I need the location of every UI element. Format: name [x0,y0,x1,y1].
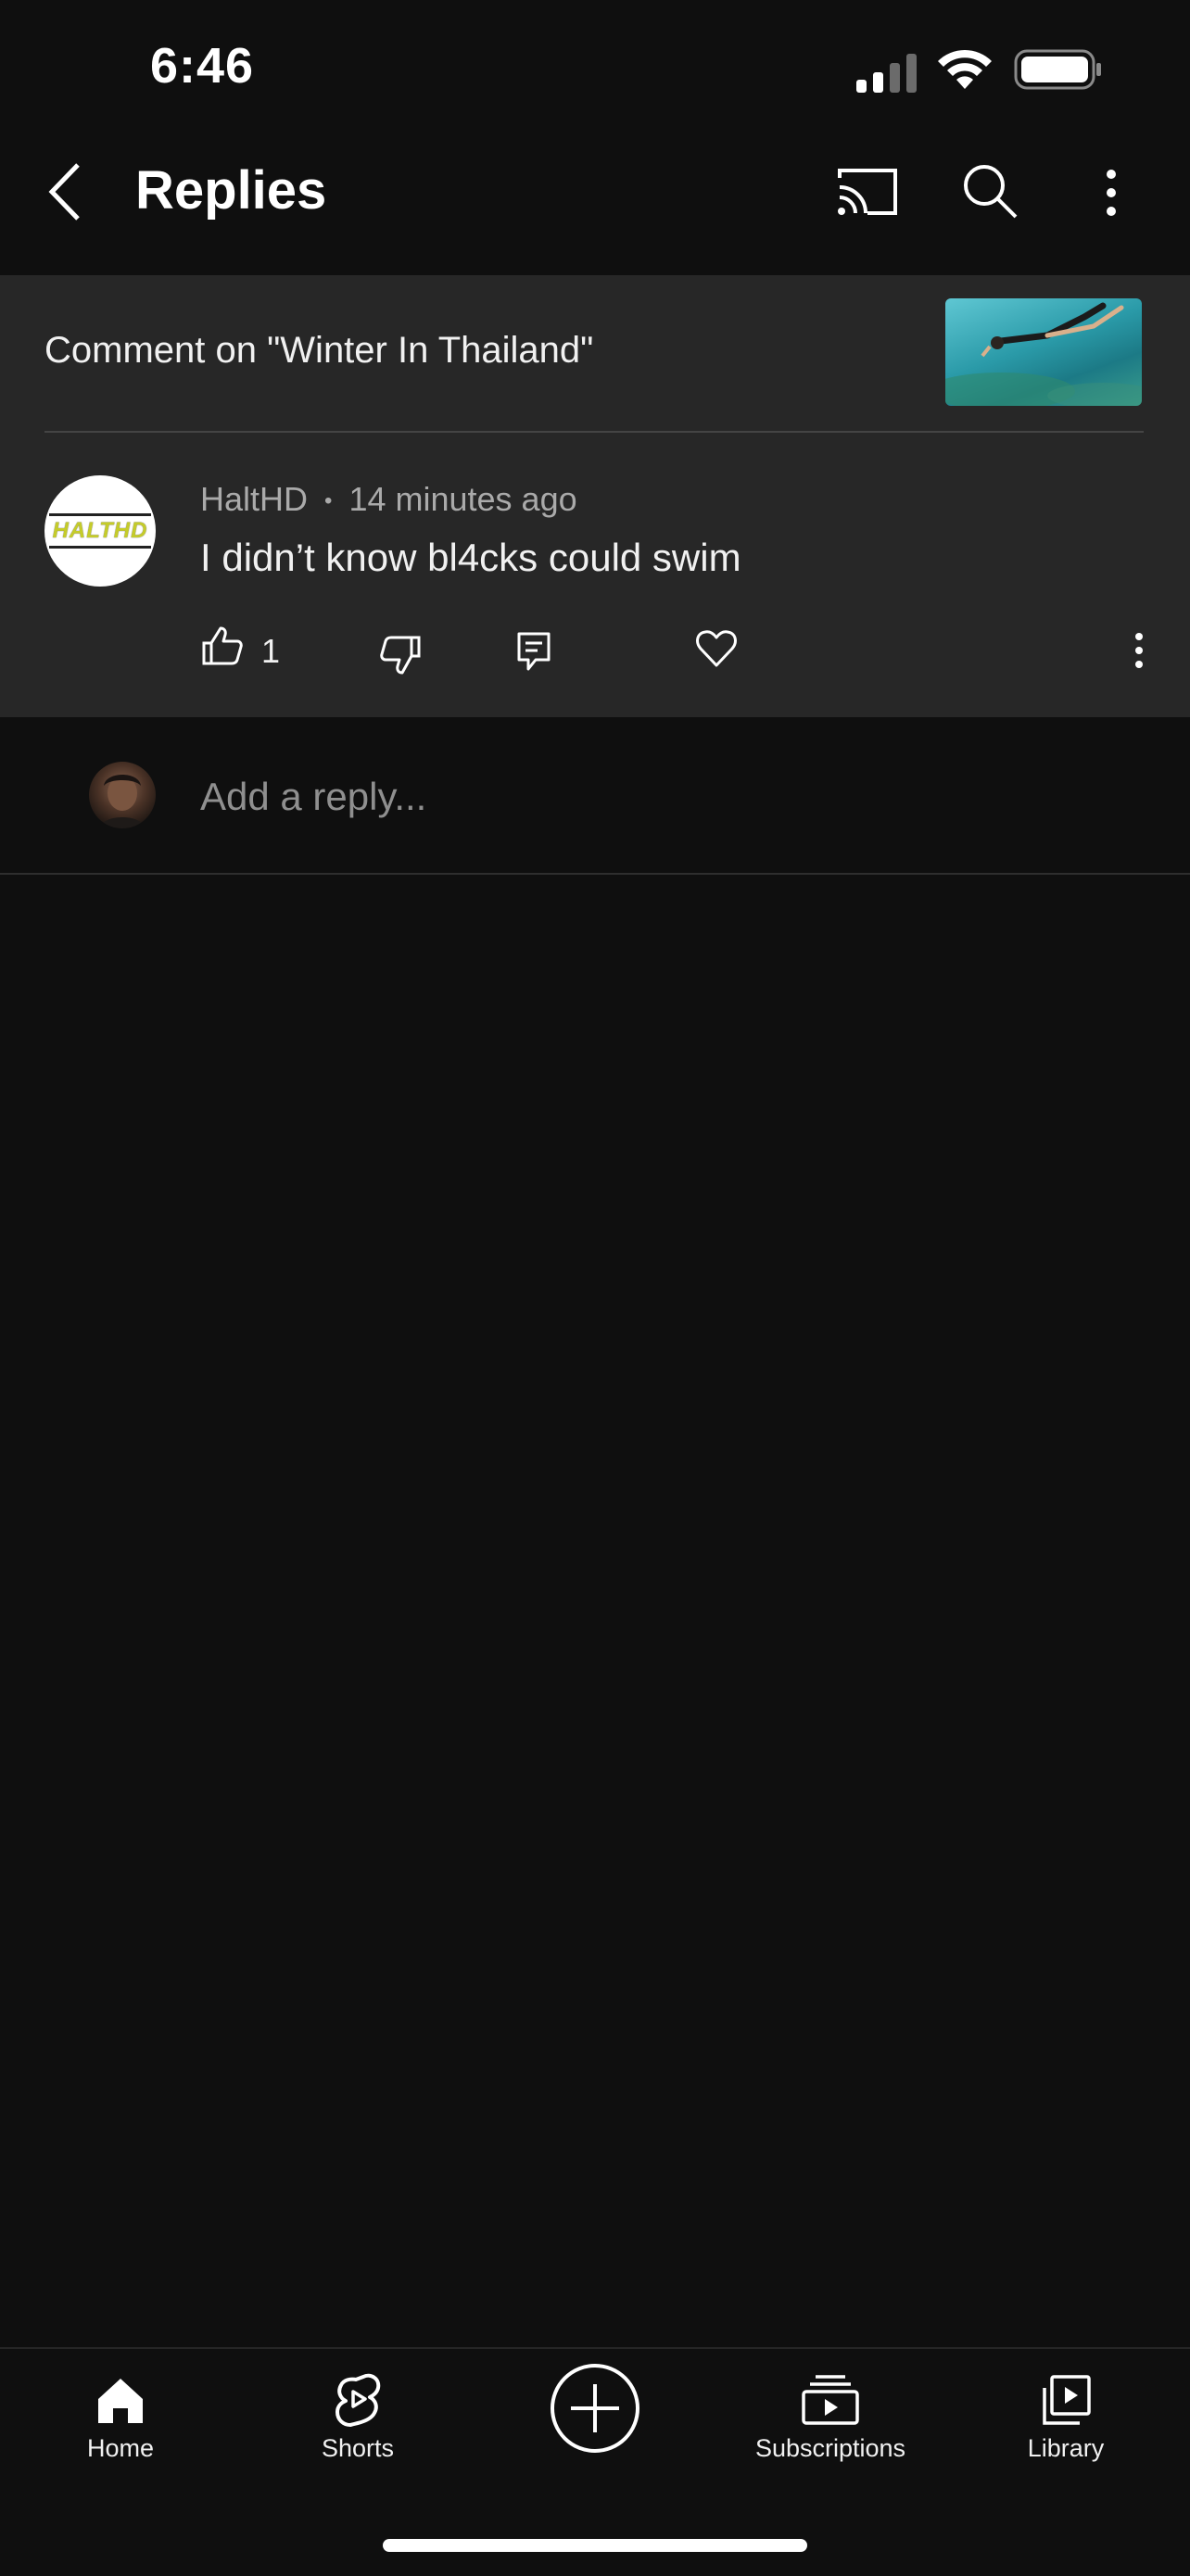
comment-icon [517,632,551,671]
create-button[interactable] [549,2362,641,2455]
like-button[interactable] [200,625,243,667]
cast-button[interactable] [834,165,901,219]
nav-label-library: Library [1027,2434,1105,2462]
like-count: 1 [261,632,281,670]
video-context-label[interactable]: Comment on "Winter In Thailand" [44,330,593,372]
user-avatar[interactable] [89,762,156,828]
back-button[interactable] [43,159,89,224]
nav-label-subscriptions: Subscriptions [754,2434,906,2462]
home-indicator [383,2539,807,2552]
battery-icon [1014,48,1103,91]
shorts-icon [335,2373,381,2427]
heart-icon [696,630,737,667]
channel-logo: HALTHD [48,513,152,549]
nav-label-home: Home [86,2434,155,2462]
comment-author[interactable]: HaltHD [200,480,308,518]
video-thumbnail[interactable] [945,298,1142,406]
more-vert-icon [1107,170,1116,216]
meta-separator: • [324,488,333,514]
dislike-button[interactable] [380,634,423,676]
cast-icon [838,169,897,215]
divider [0,873,1190,875]
heart-button[interactable] [695,628,738,669]
comment-text: I didn’t know bl4cks could swim [200,536,741,579]
nav-label-shorts: Shorts [321,2434,395,2462]
home-icon [98,2379,143,2423]
comment-more-button[interactable] [1129,632,1149,669]
more-options-button[interactable] [1097,167,1125,219]
search-button[interactable] [960,161,1021,222]
chevron-left-icon [48,163,80,221]
wifi-icon [936,48,994,91]
nav-shorts[interactable]: Shorts [302,2371,413,2463]
reply-button[interactable] [515,630,552,673]
reply-input[interactable] [200,769,1034,825]
nav-home[interactable]: Home [74,2375,167,2463]
thumb-down-icon [380,636,421,675]
subscriptions-icon [802,2375,859,2425]
thumb-up-icon [202,626,243,665]
library-icon [1043,2375,1091,2425]
divider [44,431,1144,433]
more-vert-icon [1135,633,1143,668]
comment-meta: HaltHD • 14 minutes ago [200,480,577,519]
signal-icon [855,52,918,93]
search-icon [964,165,1018,219]
status-time: 6:46 [150,38,255,94]
add-circle-icon [551,2364,639,2453]
comment-timestamp: 14 minutes ago [348,480,577,518]
nav-library[interactable]: Library [1019,2373,1112,2463]
nav-subscriptions[interactable]: Subscriptions [738,2373,923,2463]
page-title: Replies [135,160,327,221]
author-avatar[interactable]: HALTHD [44,475,156,587]
